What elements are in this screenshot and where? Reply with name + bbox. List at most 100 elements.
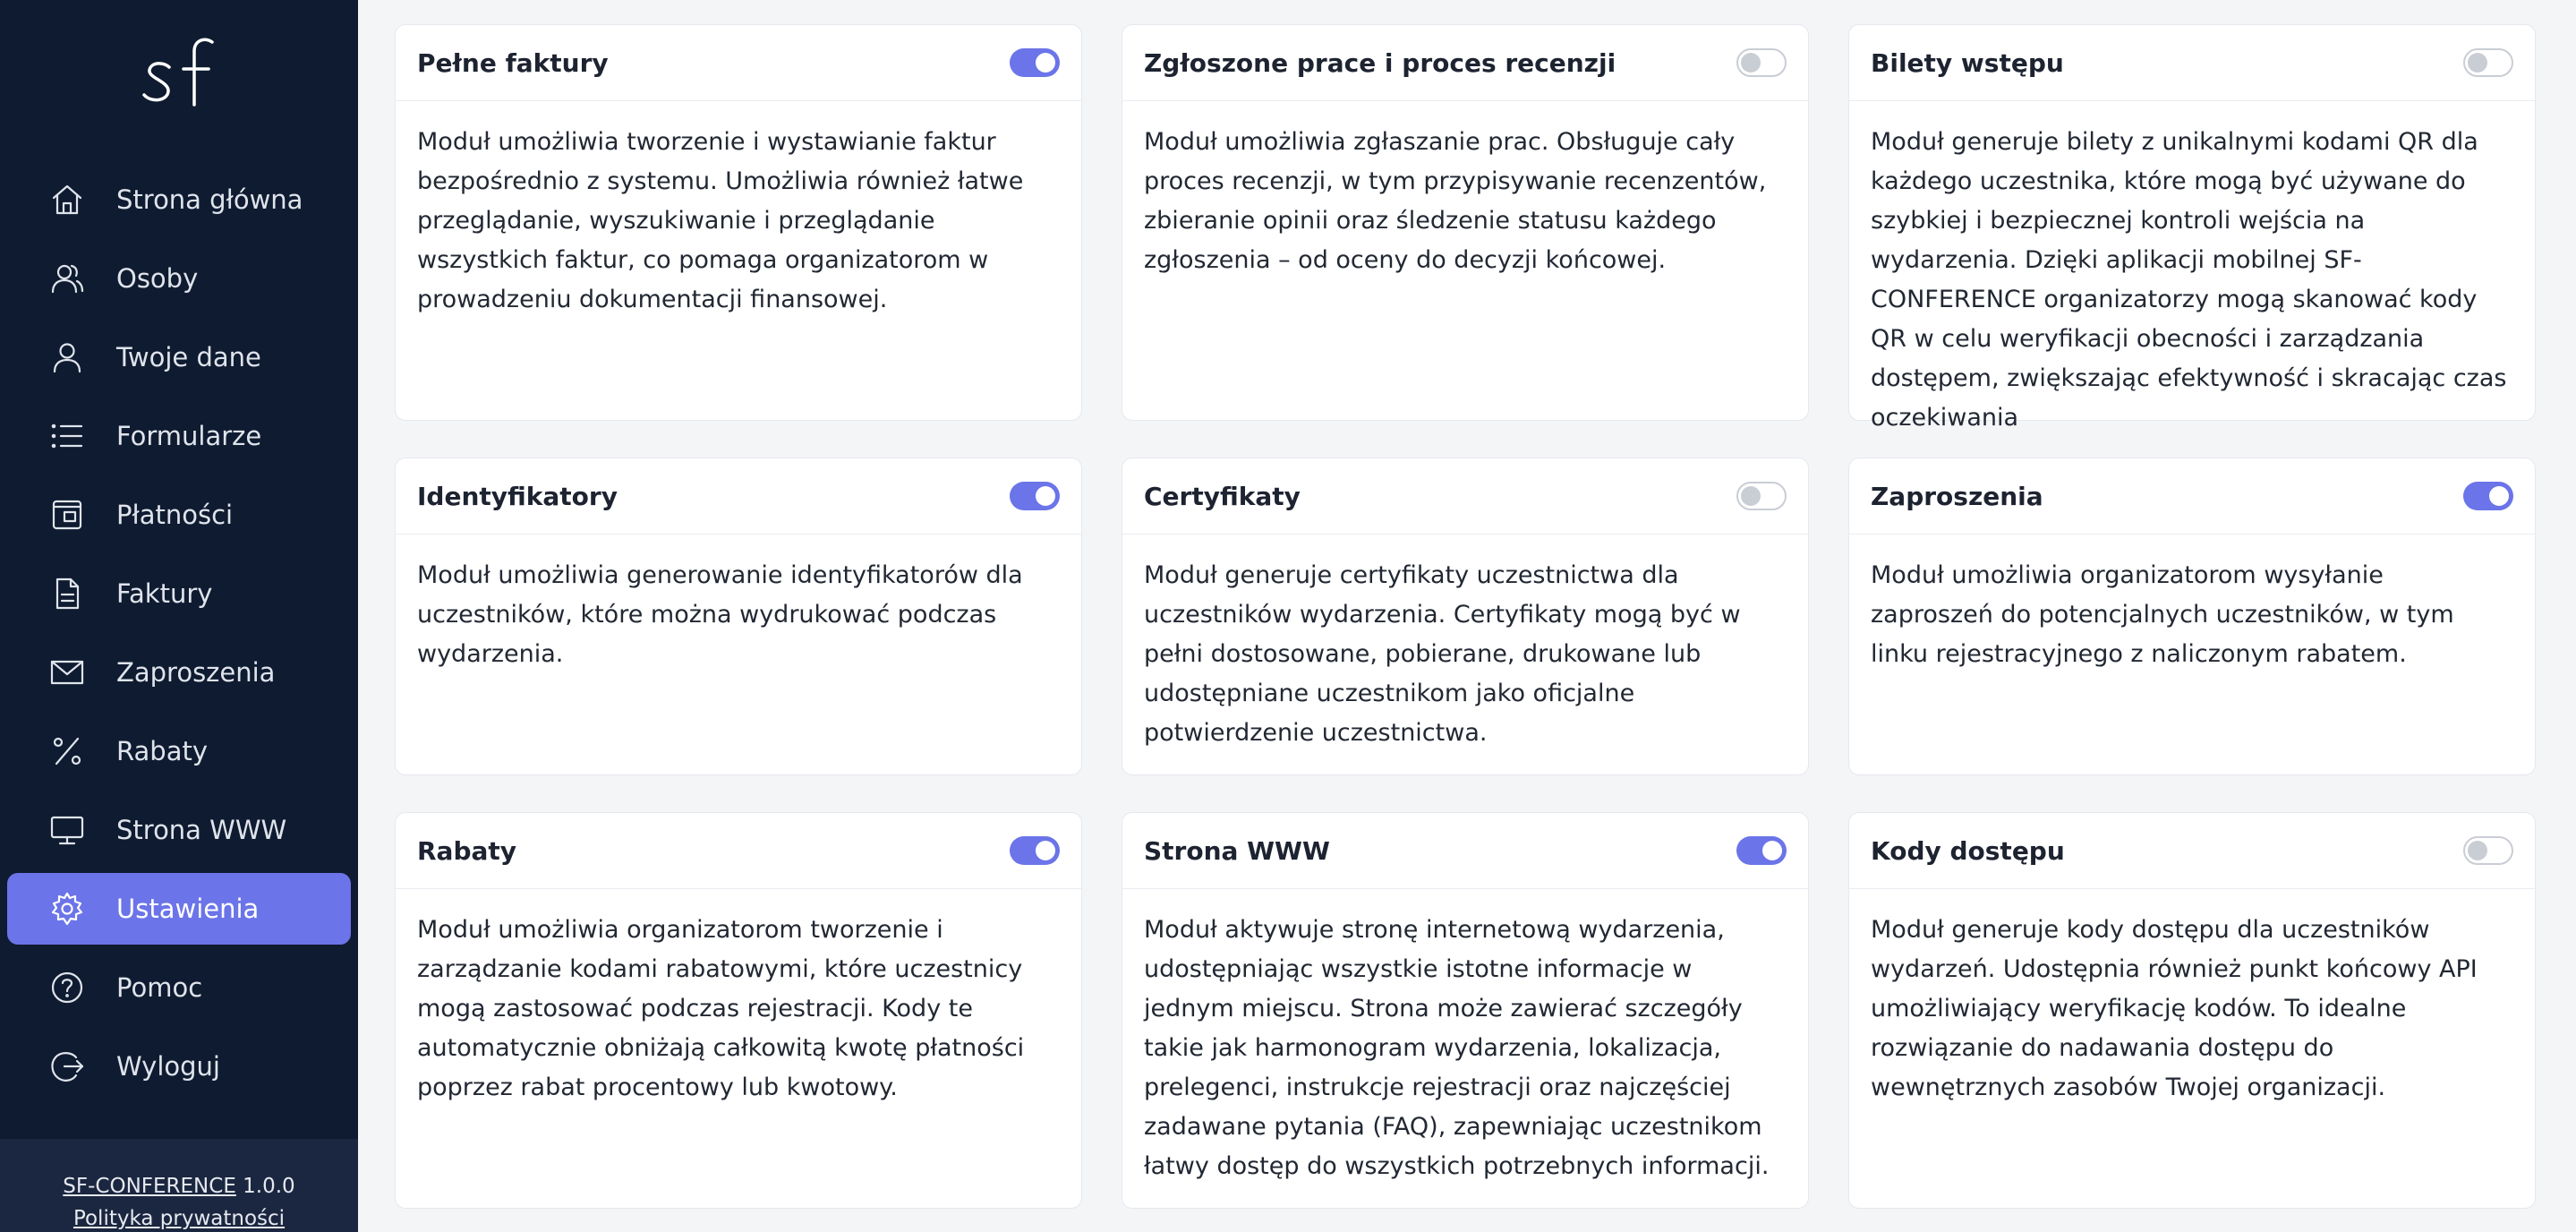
users-icon xyxy=(47,258,88,299)
privacy-link[interactable]: Polityka prywatności xyxy=(73,1207,285,1230)
module-description: Moduł umożliwia tworzenie i wystawianie … xyxy=(417,128,1024,313)
user-icon xyxy=(47,337,88,378)
module-title: Kody dostępu xyxy=(1871,835,2065,866)
sf-logo-icon xyxy=(142,38,214,107)
module-card-header: Zaproszenia xyxy=(1849,458,2535,535)
sidebar-item-your-data[interactable]: Twoje dane xyxy=(7,321,351,393)
module-toggle[interactable] xyxy=(1736,48,1787,77)
sidebar-item-label: Faktury xyxy=(116,578,213,609)
sidebar-item-website[interactable]: Strona WWW xyxy=(7,794,351,866)
module-title: Certyfikaty xyxy=(1144,481,1301,511)
sidebar-nav: Strona główna Osoby Twoje dane Formularz… xyxy=(7,164,351,1109)
module-card: Strona WWW Moduł aktywuje stronę interne… xyxy=(1122,812,1809,1209)
sidebar-item-label: Płatności xyxy=(116,500,234,530)
module-title: Bilety wstępu xyxy=(1871,47,2064,78)
module-card: Pełne faktury Moduł umożliwia tworzenie … xyxy=(395,24,1082,421)
module-description: Moduł umożliwia zgłaszanie prac. Obsługu… xyxy=(1144,128,1767,274)
sidebar-item-people[interactable]: Osoby xyxy=(7,243,351,314)
sidebar-footer: SF-CONFERENCE 1.0.0 Polityka prywatności xyxy=(0,1139,358,1232)
percent-icon xyxy=(47,731,88,772)
privacy-row: Polityka prywatności xyxy=(0,1207,358,1230)
list-icon xyxy=(47,415,88,457)
toggle-knob xyxy=(1036,486,1055,506)
toggle-knob xyxy=(1762,841,1782,860)
module-card-header: Identyfikatory xyxy=(396,458,1081,535)
sidebar-item-home[interactable]: Strona główna xyxy=(7,164,351,235)
home-icon xyxy=(47,179,88,220)
module-card-header: Rabaty xyxy=(396,813,1081,889)
mail-icon xyxy=(47,652,88,693)
version-row: SF-CONFERENCE 1.0.0 xyxy=(0,1175,358,1198)
monitor-icon xyxy=(47,809,88,851)
module-card: Zaproszenia Moduł umożliwia organizatoro… xyxy=(1848,458,2536,775)
toggle-knob xyxy=(1036,841,1055,860)
brand-link[interactable]: SF-CONFERENCE xyxy=(63,1175,236,1198)
module-description: Moduł aktywuje stronę internetową wydarz… xyxy=(1144,916,1770,1180)
wallet-icon xyxy=(47,494,88,535)
module-card: Certyfikaty Moduł generuje certyfikaty u… xyxy=(1122,458,1809,775)
sidebar-item-discounts[interactable]: Rabaty xyxy=(7,715,351,787)
module-card: Zgłoszone prace i proces recenzji Moduł … xyxy=(1122,24,1809,421)
sidebar-item-settings[interactable]: Ustawienia xyxy=(7,873,351,945)
logo[interactable] xyxy=(0,27,358,134)
module-description: Moduł umożliwia generowanie identyfikato… xyxy=(417,561,1023,668)
sidebar: Strona główna Osoby Twoje dane Formularz… xyxy=(0,0,358,1232)
toggle-knob xyxy=(1036,53,1055,73)
sidebar-item-label: Rabaty xyxy=(116,736,208,766)
module-card: Identyfikatory Moduł umożliwia generowan… xyxy=(395,458,1082,775)
sidebar-item-label: Formularze xyxy=(116,421,262,451)
module-card-header: Bilety wstępu xyxy=(1849,25,2535,101)
gear-icon xyxy=(47,888,88,929)
sidebar-item-forms[interactable]: Formularze xyxy=(7,400,351,472)
module-title: Zaproszenia xyxy=(1871,481,2043,511)
module-card-header: Zgłoszone prace i proces recenzji xyxy=(1122,25,1808,101)
logout-icon xyxy=(47,1046,88,1087)
module-card: Bilety wstępu Moduł generuje bilety z un… xyxy=(1848,24,2536,432)
sidebar-item-invitations[interactable]: Zaproszenia xyxy=(7,637,351,708)
sidebar-item-label: Twoje dane xyxy=(116,342,261,372)
sidebar-item-label: Strona WWW xyxy=(116,815,287,845)
module-description: Moduł generuje certyfikaty uczestnictwa … xyxy=(1144,561,1741,747)
module-card: Kody dostępu Moduł generuje kody dostępu… xyxy=(1848,812,2536,1209)
module-toggle[interactable] xyxy=(1736,836,1787,865)
version-text: 1.0.0 xyxy=(243,1175,295,1198)
sidebar-item-logout[interactable]: Wyloguj xyxy=(7,1031,351,1102)
module-card-header: Certyfikaty xyxy=(1122,458,1808,535)
module-title: Identyfikatory xyxy=(417,481,618,511)
toggle-knob xyxy=(2468,53,2487,73)
toggle-knob xyxy=(1741,53,1761,73)
module-card-header: Kody dostępu xyxy=(1849,813,2535,889)
module-toggle[interactable] xyxy=(1010,836,1060,865)
sidebar-item-label: Wyloguj xyxy=(116,1051,220,1082)
module-description: Moduł umożliwia organizatorom tworzenie … xyxy=(417,916,1025,1101)
sidebar-item-label: Pomoc xyxy=(116,972,203,1003)
module-title: Zgłoszone prace i proces recenzji xyxy=(1144,47,1616,78)
module-description: Moduł umożliwia organizatorom wysyłanie … xyxy=(1871,561,2454,668)
sidebar-item-label: Ustawienia xyxy=(116,894,260,924)
module-toggle[interactable] xyxy=(2463,48,2513,77)
module-card-header: Strona WWW xyxy=(1122,813,1808,889)
sidebar-item-payments[interactable]: Płatności xyxy=(7,479,351,551)
module-toggle[interactable] xyxy=(1736,482,1787,510)
sidebar-item-label: Osoby xyxy=(116,263,199,294)
module-description: Moduł generuje kody dostępu dla uczestni… xyxy=(1871,916,2478,1101)
module-title: Rabaty xyxy=(417,835,517,866)
module-toggle[interactable] xyxy=(2463,836,2513,865)
sidebar-item-invoices[interactable]: Faktury xyxy=(7,558,351,629)
module-toggle[interactable] xyxy=(1010,482,1060,510)
help-icon xyxy=(47,967,88,1008)
module-title: Strona WWW xyxy=(1144,835,1330,866)
module-toggle[interactable] xyxy=(2463,482,2513,510)
sidebar-item-label: Strona główna xyxy=(116,184,303,215)
toggle-knob xyxy=(2468,841,2487,860)
module-card: Rabaty Moduł umożliwia organizatorom two… xyxy=(395,812,1082,1209)
toggle-knob xyxy=(2489,486,2509,506)
sidebar-item-label: Zaproszenia xyxy=(116,657,276,688)
module-toggle[interactable] xyxy=(1010,48,1060,77)
toggle-knob xyxy=(1741,486,1761,506)
sidebar-item-help[interactable]: Pomoc xyxy=(7,952,351,1023)
module-card-header: Pełne faktury xyxy=(396,25,1081,101)
document-icon xyxy=(47,573,88,614)
module-description: Moduł generuje bilety z unikalnymi kodam… xyxy=(1871,128,2507,432)
module-title: Pełne faktury xyxy=(417,47,609,78)
